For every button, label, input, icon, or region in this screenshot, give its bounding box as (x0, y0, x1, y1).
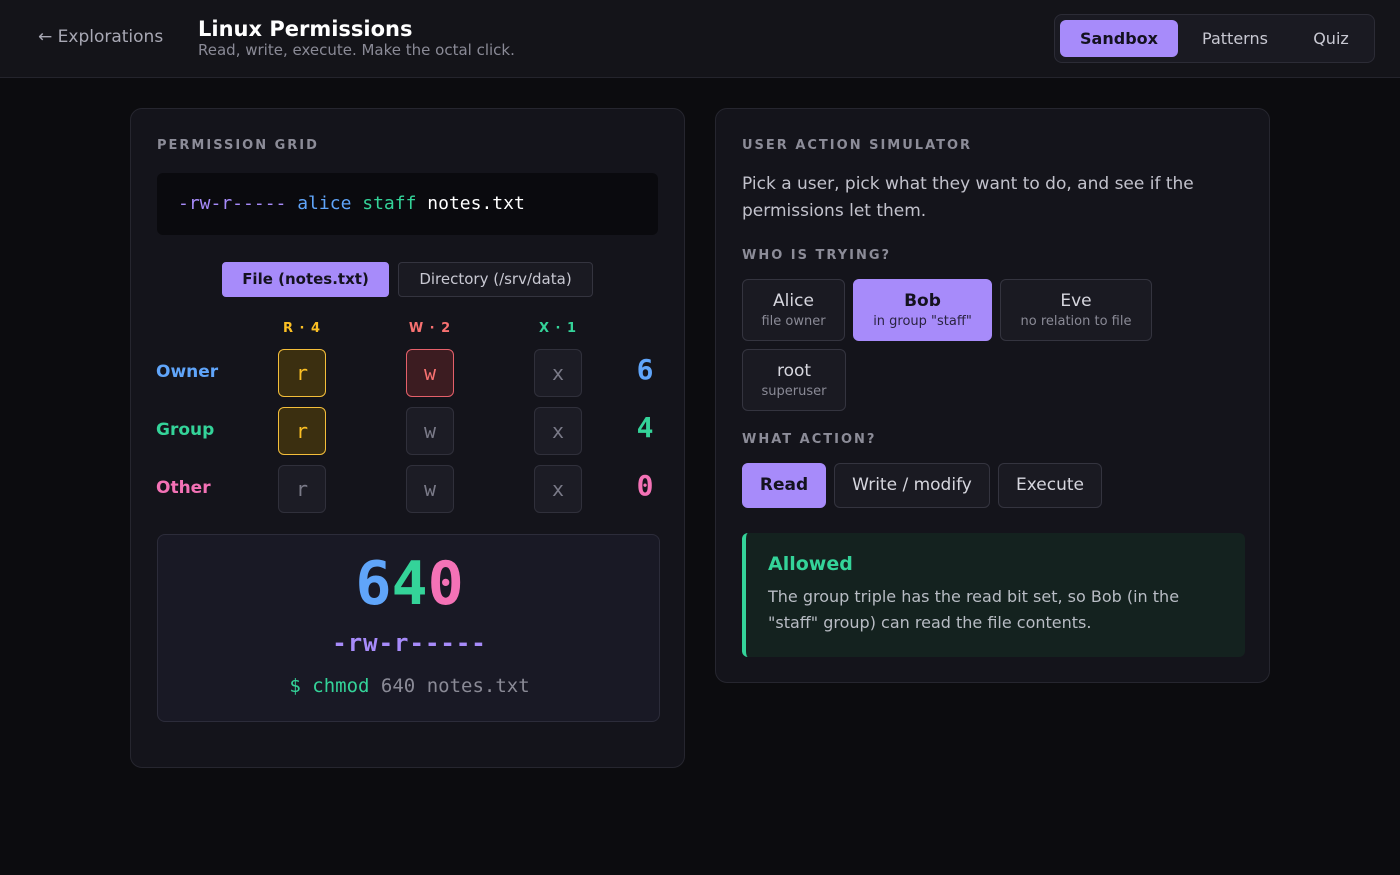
row-label-owner: Owner (156, 362, 219, 382)
ls-permissions: -rw-r----- (178, 193, 287, 214)
ls-group: staff (362, 193, 417, 214)
tab-sandbox[interactable]: Sandbox (1060, 20, 1178, 57)
group-execute-toggle[interactable]: x (534, 407, 582, 455)
result-explanation: The group triple has the read bit set, s… (768, 587, 1180, 632)
mode-directory-button[interactable]: Directory (/srv/data) (398, 262, 593, 297)
symbolic-permissions: -rw-r----- (332, 629, 487, 657)
action-execute-button[interactable]: Execute (998, 463, 1102, 508)
row-label-group: Group (156, 420, 215, 440)
chmod-mode: 640 (380, 675, 416, 697)
owner-read-toggle[interactable]: r (278, 349, 326, 397)
view-tabs: Sandbox Patterns Quiz (1054, 14, 1375, 63)
simulator-intro: Pick a user, pick what they want to do, … (742, 174, 1194, 221)
octal-digit-other: 0 (427, 549, 464, 619)
octal-digit-owner: 6 (355, 549, 392, 619)
chmod-command: $ chmod 640 notes.txt (158, 675, 661, 697)
tab-quiz[interactable]: Quiz (1292, 20, 1370, 57)
section-label-action: WHAT ACTION? (742, 432, 877, 447)
chmod-keyword: chmod (312, 675, 370, 697)
column-header-execute: X · 1 (538, 321, 578, 336)
mode-file-button[interactable]: File (notes.txt) (222, 262, 389, 297)
result-status: Allowed (768, 553, 853, 575)
user-alice-button[interactable]: Alice file owner (742, 279, 845, 341)
tab-patterns[interactable]: Patterns (1180, 20, 1290, 57)
owner-octal-digit: 6 (636, 353, 654, 386)
user-bob-button[interactable]: Bob in group "staff" (853, 279, 992, 341)
octal-summary: 640 -rw-r----- $ chmod 640 notes.txt (157, 534, 660, 722)
ls-filename: notes.txt (427, 193, 525, 214)
owner-write-toggle[interactable]: w (406, 349, 454, 397)
user-name: Eve (1060, 291, 1092, 311)
user-description: in group "staff" (873, 314, 972, 329)
user-name: Alice (773, 291, 814, 311)
chmod-target: notes.txt (426, 675, 530, 697)
octal-value: 640 (158, 549, 661, 619)
other-execute-toggle[interactable]: x (534, 465, 582, 513)
user-description: superuser (761, 384, 827, 399)
section-label-simulator: USER ACTION SIMULATOR (742, 138, 973, 153)
octal-digit-group: 4 (391, 549, 428, 619)
other-read-toggle[interactable]: r (278, 465, 326, 513)
group-octal-digit: 4 (636, 411, 654, 444)
page-title: Linux Permissions (198, 17, 413, 41)
action-write-button[interactable]: Write / modify (834, 463, 990, 508)
shell-prompt: $ (289, 675, 301, 697)
user-root-button[interactable]: root superuser (742, 349, 846, 411)
top-bar: ← Explorations Linux Permissions Read, w… (0, 0, 1400, 78)
section-label-who: WHO IS TRYING? (742, 248, 892, 263)
user-description: file owner (761, 314, 826, 329)
user-eve-button[interactable]: Eve no relation to file (1000, 279, 1152, 341)
group-write-toggle[interactable]: w (406, 407, 454, 455)
user-name: root (776, 361, 812, 381)
section-label-permission-grid: PERMISSION GRID (157, 138, 319, 153)
ls-owner: alice (297, 193, 352, 214)
owner-execute-toggle[interactable]: x (534, 349, 582, 397)
other-octal-digit: 0 (636, 469, 654, 502)
column-header-write: W · 2 (408, 321, 452, 336)
row-label-other: Other (156, 478, 211, 498)
permission-grid-panel: PERMISSION GRID -rw-r----- alice staff n… (130, 108, 685, 768)
page-subtitle: Read, write, execute. Make the octal cli… (198, 41, 515, 59)
result-card: Allowed The group triple has the read bi… (742, 533, 1245, 657)
action-read-button[interactable]: Read (742, 463, 826, 508)
column-header-read: R · 4 (282, 321, 322, 336)
ls-output: -rw-r----- alice staff notes.txt (157, 173, 658, 235)
user-description: no relation to file (1020, 314, 1132, 329)
group-read-toggle[interactable]: r (278, 407, 326, 455)
user-name: Bob (904, 291, 941, 311)
back-to-explorations-link[interactable]: ← Explorations (38, 27, 163, 47)
other-write-toggle[interactable]: w (406, 465, 454, 513)
user-action-simulator-panel: USER ACTION SIMULATOR Pick a user, pick … (715, 108, 1270, 683)
